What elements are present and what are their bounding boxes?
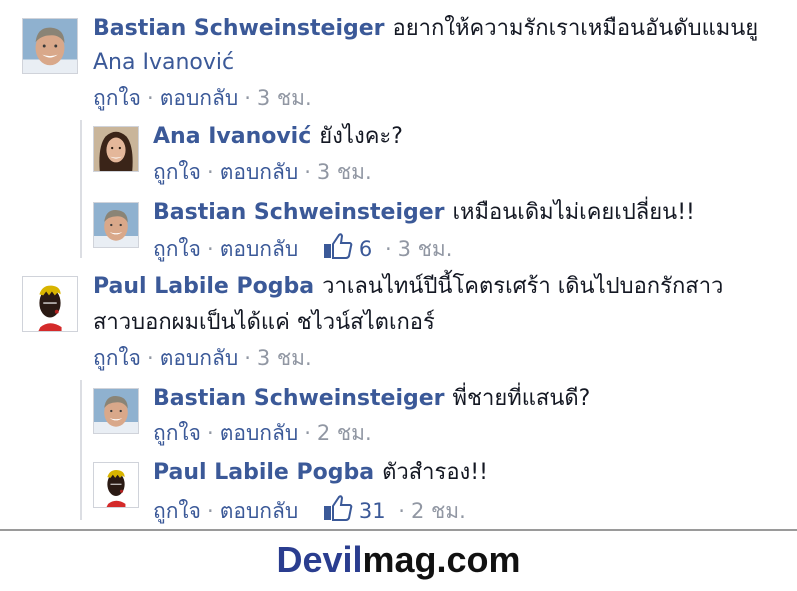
like-link[interactable]: ถูกใจ — [153, 499, 201, 523]
separator-dot: · — [244, 86, 251, 110]
comment-author[interactable]: Bastian Schweinsteiger — [93, 16, 385, 41]
thumbs-up-icon — [323, 495, 353, 521]
like-count-value: 31 — [358, 499, 386, 523]
timestamp[interactable]: 3 ชม. — [398, 237, 453, 261]
reply-thread-line — [80, 380, 82, 520]
pogba-avatar[interactable] — [93, 462, 139, 508]
comment-body-line2: สาวบอกผมเป็นได้แค่ ชไวน์สไตเกอร์ — [93, 308, 435, 338]
comment-text: อยากให้ความรักเราเหมือนอันดับแมนยู — [392, 16, 759, 41]
like-link[interactable]: ถูกใจ — [153, 160, 201, 184]
reply-link[interactable]: ตอบกลับ — [220, 499, 299, 523]
comment-author[interactable]: Ana Ivanović — [153, 124, 311, 149]
bastian-avatar[interactable] — [22, 18, 78, 74]
separator-dot: · — [147, 346, 154, 370]
separator-dot: · — [244, 346, 251, 370]
comment-actions: ถูกใจ · ตอบกลับ 31 · 2 ชม. — [153, 494, 466, 525]
bastian-avatar-icon — [94, 203, 138, 247]
comment-text: ตัวสำรอง!! — [382, 460, 488, 485]
like-count[interactable]: 6 — [323, 233, 379, 261]
like-link[interactable]: ถูกใจ — [153, 421, 201, 445]
reply-link[interactable]: ตอบกลับ — [160, 346, 239, 370]
separator-dot: · — [207, 421, 214, 445]
comment-author[interactable]: Bastian Schweinsteiger — [153, 386, 445, 411]
separator-dot: · — [207, 237, 214, 261]
comment-text-continued: สาวบอกผมเป็นได้แค่ ชไวน์สไตเกอร์ — [93, 310, 435, 335]
timestamp[interactable]: 2 ชม. — [317, 421, 372, 445]
like-link[interactable]: ถูกใจ — [93, 86, 141, 110]
pogba-avatar[interactable] — [22, 276, 78, 332]
brand-part-devil: Devil — [276, 539, 363, 580]
comment-text: วาเลนไทน์ปีนี้โคตรเศร้า เดินไปบอกรักสาว — [322, 274, 724, 299]
separator-dot: · — [207, 499, 214, 523]
separator-dot: · — [304, 421, 311, 445]
pogba-avatar-icon — [94, 463, 138, 507]
ana-avatar[interactable] — [93, 126, 139, 172]
timestamp[interactable]: 3 ชม. — [257, 346, 312, 370]
reply-link[interactable]: ตอบกลับ — [220, 421, 299, 445]
bastian-avatar-icon — [94, 389, 138, 433]
comment-author[interactable]: Paul Labile Pogba — [93, 274, 314, 299]
comment-body: Bastian Schweinsteiger อยากให้ความรักเราเ… — [93, 14, 758, 44]
bastian-avatar[interactable] — [93, 202, 139, 248]
comment-text: พี่ชายที่แสนดี? — [452, 386, 591, 411]
reply-link[interactable]: ตอบกลับ — [220, 237, 299, 261]
comment-body: Ana Ivanović ยังไงคะ? — [153, 122, 403, 152]
like-link[interactable]: ถูกใจ — [153, 237, 201, 261]
separator-dot: · — [147, 86, 154, 110]
comment-body: Bastian Schweinsteiger เหมือนเดิมไม่เคยเป… — [153, 198, 695, 228]
comment-text: ยังไงคะ? — [319, 124, 403, 149]
timestamp[interactable]: 3 ชม. — [257, 86, 312, 110]
comment-actions: ถูกใจ · ตอบกลับ · 3 ชม. — [153, 158, 372, 186]
comment-author[interactable]: Paul Labile Pogba — [153, 460, 374, 485]
bastian-avatar-icon — [23, 19, 77, 73]
comment-thread: Bastian Schweinsteiger อยากให้ความรักเราเ… — [0, 0, 797, 530]
separator-dot: · — [304, 160, 311, 184]
ana-avatar-icon — [94, 127, 138, 171]
comment-actions: ถูกใจ · ตอบกลับ 6 · 3 ชม. — [153, 232, 452, 263]
separator-dot: · — [207, 160, 214, 184]
timestamp[interactable]: 3 ชม. — [317, 160, 372, 184]
comment-text: เหมือนเดิมไม่เคยเปลี่ยน!! — [452, 200, 695, 225]
reply-link[interactable]: ตอบกลับ — [220, 160, 299, 184]
comment-author[interactable]: Bastian Schweinsteiger — [153, 200, 445, 225]
comment-body-line2: Ana Ivanović — [93, 48, 234, 78]
like-count[interactable]: 31 — [323, 495, 392, 523]
reply-thread-line — [80, 120, 82, 258]
comment-actions: ถูกใจ · ตอบกลับ · 3 ชม. — [93, 344, 312, 372]
reply-link[interactable]: ตอบกลับ — [160, 86, 239, 110]
comment-body: Bastian Schweinsteiger พี่ชายที่แสนดี? — [153, 384, 590, 414]
comment-body: Paul Labile Pogba ตัวสำรอง!! — [153, 458, 488, 488]
comment-actions: ถูกใจ · ตอบกลับ · 3 ชม. — [93, 84, 312, 112]
thumbs-up-icon — [323, 233, 353, 259]
separator-dot: · — [398, 499, 405, 523]
mention-link[interactable]: Ana Ivanović — [93, 50, 234, 75]
bastian-avatar[interactable] — [93, 388, 139, 434]
like-count-value: 6 — [358, 237, 373, 261]
pogba-avatar-icon — [23, 277, 77, 331]
like-link[interactable]: ถูกใจ — [93, 346, 141, 370]
timestamp[interactable]: 2 ชม. — [411, 499, 466, 523]
brand-part-mag: mag.com — [362, 539, 521, 580]
comment-actions: ถูกใจ · ตอบกลับ · 2 ชม. — [153, 419, 372, 447]
watermark-brand: Devilmag.com — [0, 531, 797, 591]
separator-dot: · — [384, 237, 392, 261]
comment-body: Paul Labile Pogba วาเลนไทน์ปีนี้โคตรเศร้า… — [93, 272, 723, 302]
